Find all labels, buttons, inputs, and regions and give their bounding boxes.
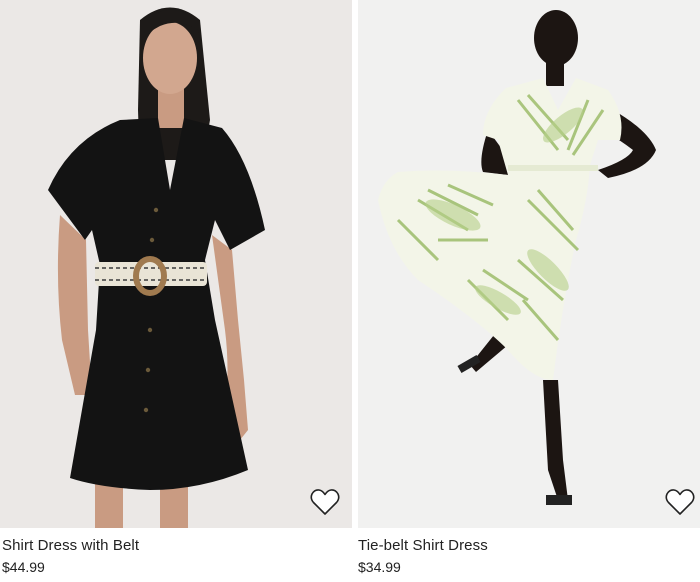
palm-print-dress-photo xyxy=(378,10,656,505)
favorite-heart-icon[interactable] xyxy=(310,488,340,516)
product-card[interactable]: Tie-belt Shirt Dress $34.99 xyxy=(358,0,700,582)
product-image[interactable] xyxy=(0,0,352,528)
product-price: $44.99 xyxy=(2,559,45,575)
product-image[interactable] xyxy=(358,0,700,528)
product-name[interactable]: Shirt Dress with Belt xyxy=(2,537,139,554)
product-name[interactable]: Tie-belt Shirt Dress xyxy=(358,537,488,554)
product-grid: Shirt Dress with Belt $44.99 Tie-belt Sh… xyxy=(0,0,700,582)
favorite-heart-icon[interactable] xyxy=(665,488,695,516)
black-shirt-dress-photo xyxy=(48,7,265,528)
product-price: $34.99 xyxy=(358,559,401,575)
product-card[interactable]: Shirt Dress with Belt $44.99 xyxy=(0,0,352,582)
